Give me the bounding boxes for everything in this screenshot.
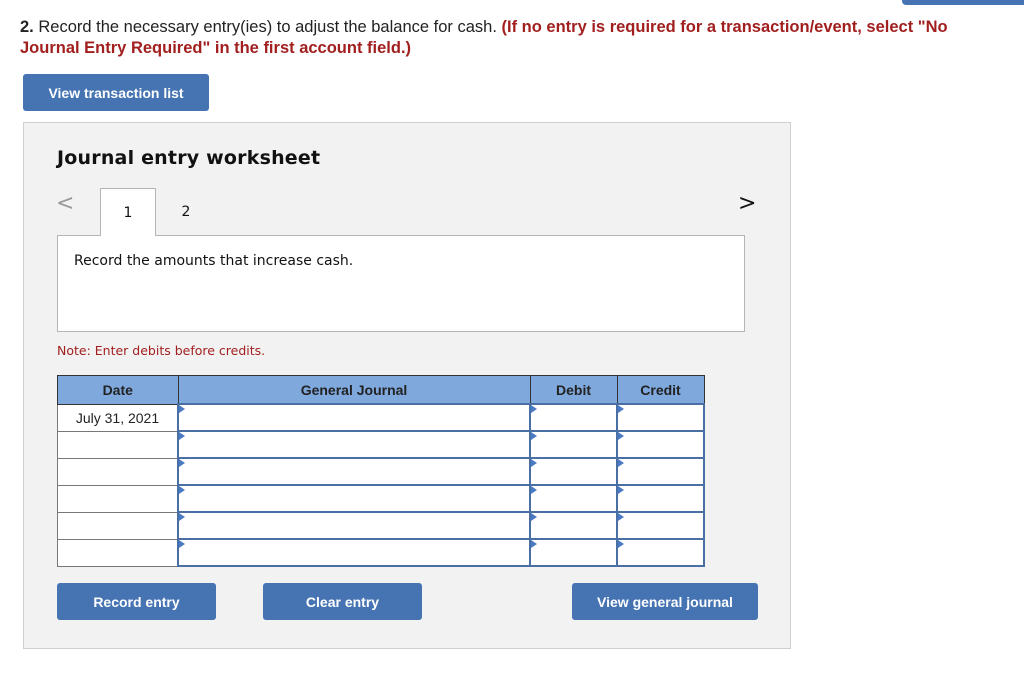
credit-input[interactable] xyxy=(616,511,705,540)
clear-entry-button[interactable]: Clear entry xyxy=(263,583,422,620)
date-cell: July 31, 2021 xyxy=(57,403,179,432)
question-body: Record the necessary entry(ies) to adjus… xyxy=(33,18,502,36)
debit-input[interactable] xyxy=(529,511,618,540)
dropdown-marker-icon xyxy=(179,459,185,467)
table-row xyxy=(57,538,705,567)
header-general-journal: General Journal xyxy=(177,375,531,405)
header-debit: Debit xyxy=(529,375,618,405)
date-cell xyxy=(57,484,179,513)
account-input[interactable] xyxy=(177,511,531,540)
account-input[interactable] xyxy=(177,538,531,567)
account-input[interactable] xyxy=(177,430,531,459)
dropdown-marker-icon xyxy=(179,513,185,521)
question-text: 2. Record the necessary entry(ies) to ad… xyxy=(20,17,1024,59)
header-date: Date xyxy=(57,375,179,405)
account-input[interactable] xyxy=(177,484,531,513)
note-text: Note: Enter debits before credits. xyxy=(57,343,266,358)
tab-2[interactable]: 2 xyxy=(158,188,214,235)
table-row xyxy=(57,484,705,513)
journal-table: Date General Journal Debit Credit July 3… xyxy=(57,375,705,567)
record-entry-button[interactable]: Record entry xyxy=(57,583,216,620)
question-instruction-2: Journal Entry Required" in the first acc… xyxy=(20,39,412,57)
input-marker-icon xyxy=(618,486,624,494)
input-marker-icon xyxy=(531,405,537,413)
instruction-box: Record the amounts that increase cash. xyxy=(57,235,745,332)
top-edge-button[interactable] xyxy=(902,0,1024,5)
credit-input[interactable] xyxy=(616,430,705,459)
question-number: 2. xyxy=(20,18,34,36)
input-marker-icon xyxy=(618,459,624,467)
dropdown-marker-icon xyxy=(179,432,185,440)
chevron-right-icon[interactable]: > xyxy=(738,191,756,216)
view-transaction-list-button[interactable]: View transaction list xyxy=(23,74,209,111)
debit-input[interactable] xyxy=(529,484,618,513)
view-general-journal-button[interactable]: View general journal xyxy=(572,583,758,620)
table-row xyxy=(57,457,705,486)
credit-input[interactable] xyxy=(616,484,705,513)
account-input[interactable] xyxy=(177,457,531,486)
tab-1[interactable]: 1 xyxy=(100,188,156,236)
input-marker-icon xyxy=(618,513,624,521)
instruction-text: Record the amounts that increase cash. xyxy=(74,253,354,269)
debit-input[interactable] xyxy=(529,403,618,432)
input-marker-icon xyxy=(531,486,537,494)
question-instruction-1: (If no entry is required for a transacti… xyxy=(501,18,948,36)
input-marker-icon xyxy=(531,540,537,548)
date-cell xyxy=(57,538,179,567)
dropdown-marker-icon xyxy=(179,405,185,413)
input-marker-icon xyxy=(531,513,537,521)
debit-input[interactable] xyxy=(529,538,618,567)
table-header-row: Date General Journal Debit Credit xyxy=(57,375,705,405)
account-input[interactable] xyxy=(177,403,531,432)
date-cell xyxy=(57,511,179,540)
dropdown-marker-icon xyxy=(179,486,185,494)
input-marker-icon xyxy=(618,540,624,548)
input-marker-icon xyxy=(531,459,537,467)
input-marker-icon xyxy=(618,432,624,440)
table-row: July 31, 2021 xyxy=(57,403,705,432)
journal-entry-worksheet-panel: Journal entry worksheet < 1 2 > Record t… xyxy=(23,122,791,649)
input-marker-icon xyxy=(531,432,537,440)
credit-input[interactable] xyxy=(616,403,705,432)
chevron-left-icon[interactable]: < xyxy=(56,191,74,216)
table-row xyxy=(57,511,705,540)
debit-input[interactable] xyxy=(529,457,618,486)
worksheet-title: Journal entry worksheet xyxy=(57,147,321,169)
credit-input[interactable] xyxy=(616,538,705,567)
dropdown-marker-icon xyxy=(179,540,185,548)
debit-input[interactable] xyxy=(529,430,618,459)
header-credit: Credit xyxy=(616,375,705,405)
date-cell xyxy=(57,457,179,486)
date-cell xyxy=(57,430,179,459)
input-marker-icon xyxy=(618,405,624,413)
table-row xyxy=(57,430,705,459)
credit-input[interactable] xyxy=(616,457,705,486)
